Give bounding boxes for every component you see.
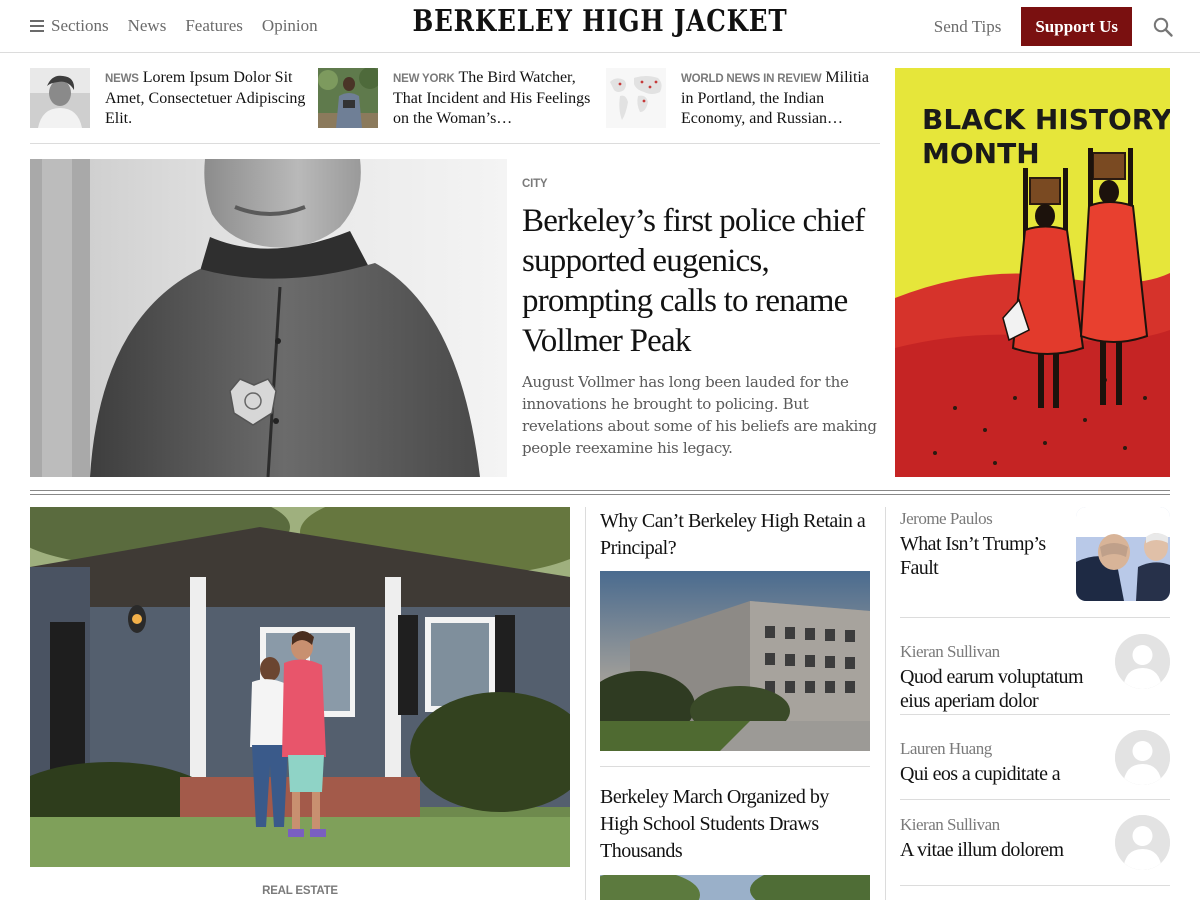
strip-kicker: NEW YORK <box>393 73 455 85</box>
ad-text-line1: BLACK HISTORY <box>922 103 1170 136</box>
sections-menu-button[interactable]: Sections <box>30 16 109 36</box>
opinion-item[interactable]: Kieran Sullivan Quod earum voluptatum ei… <box>900 618 1170 715</box>
opinion-column: Jerome Paulos What Isn’t Trump’s Fault K… <box>900 507 1170 886</box>
strip-kicker: WORLD NEWS IN REVIEW <box>681 73 822 85</box>
search-icon[interactable] <box>1152 16 1174 38</box>
nav-features[interactable]: Features <box>185 16 243 36</box>
mid-story-image[interactable] <box>600 571 870 751</box>
author-avatar-icon <box>1115 634 1170 689</box>
strip-story[interactable]: NEW YORK The Bird Watcher, That Incident … <box>318 68 606 143</box>
mid-column-rule <box>600 766 870 767</box>
strip-headline: NEW YORK The Bird Watcher, That Incident … <box>393 68 606 143</box>
author-avatar-icon <box>1115 730 1170 785</box>
opinion-item[interactable]: Kieran Sullivan A vitae illum dolorem <box>900 800 1170 886</box>
nav-opinion[interactable]: Opinion <box>262 16 318 36</box>
column-divider <box>885 507 886 900</box>
lead-story-image[interactable] <box>30 159 507 477</box>
support-us-button[interactable]: Support Us <box>1021 7 1132 46</box>
lead-section-label[interactable]: CITY <box>522 178 877 190</box>
black-history-month-ad[interactable]: BLACK HISTORY MONTH <box>895 68 1170 477</box>
strip-thumbnail-birdwatcher <box>318 68 378 128</box>
mid-story-image-march[interactable] <box>600 875 870 900</box>
mid-column: Why Can’t Berkeley High Retain a Princip… <box>600 508 870 900</box>
mid-story-headline[interactable]: Berkeley March Organized by High School … <box>600 784 870 865</box>
strip-headline: WORLD NEWS IN REVIEW Militia in Portland,… <box>681 68 880 143</box>
mid-story-headline[interactable]: Why Can’t Berkeley High Retain a Princip… <box>600 508 870 562</box>
opinion-title: What Isn’t Trump’s Fault <box>900 533 1046 579</box>
lead-story-text: CITY Berkeley’s first police chief suppo… <box>522 178 877 459</box>
site-header: Sections News Features Opinion BERKELEY … <box>0 0 1200 53</box>
ad-text-line2: MONTH <box>922 137 1040 170</box>
primary-nav: Sections News Features Opinion <box>30 0 318 52</box>
hamburger-icon <box>30 20 44 32</box>
opinion-item[interactable]: Jerome Paulos What Isn’t Trump’s Fault <box>900 507 1170 618</box>
feature-section-label-wrap: REAL ESTATE <box>30 881 570 899</box>
strip-headline: NEWS Lorem Ipsum Dolor Sit Amet, Consecte… <box>105 68 318 143</box>
lead-summary: August Vollmer has long been lauded for … <box>522 373 877 457</box>
opinion-item[interactable]: Lauren Huang Qui eos a cupiditate a <box>900 715 1170 800</box>
opinion-photo <box>1076 507 1170 601</box>
author-avatar-icon <box>1115 815 1170 870</box>
strip-story[interactable]: NEWS Lorem Ipsum Dolor Sit Amet, Consecte… <box>30 68 318 143</box>
top-stories-strip: NEWS Lorem Ipsum Dolor Sit Amet, Consecte… <box>30 68 880 144</box>
opinion-title: A vitae illum dolorem <box>900 839 1064 861</box>
send-tips-link[interactable]: Send Tips <box>934 17 1002 37</box>
strip-story[interactable]: WORLD NEWS IN REVIEW Militia in Portland,… <box>606 68 880 143</box>
section-divider <box>30 490 1170 495</box>
strip-thumbnail-world-map <box>606 68 666 128</box>
header-actions: Send Tips Support Us <box>934 7 1174 46</box>
feature-story-image[interactable] <box>30 507 570 867</box>
strip-thumbnail-portrait <box>30 68 90 128</box>
sections-label: Sections <box>51 16 109 35</box>
opinion-title: Quod earum voluptatum eius aperiam dolor <box>900 666 1084 712</box>
column-divider <box>585 507 586 900</box>
masthead-logo[interactable]: BERKELEY HIGH JACKET <box>412 4 787 39</box>
nav-news[interactable]: News <box>128 16 167 36</box>
opinion-title: Qui eos a cupiditate a <box>900 763 1061 785</box>
feature-section-label[interactable]: REAL ESTATE <box>262 885 338 897</box>
lead-headline[interactable]: Berkeley’s first police chief supported … <box>522 201 877 361</box>
strip-kicker: NEWS <box>105 73 139 85</box>
